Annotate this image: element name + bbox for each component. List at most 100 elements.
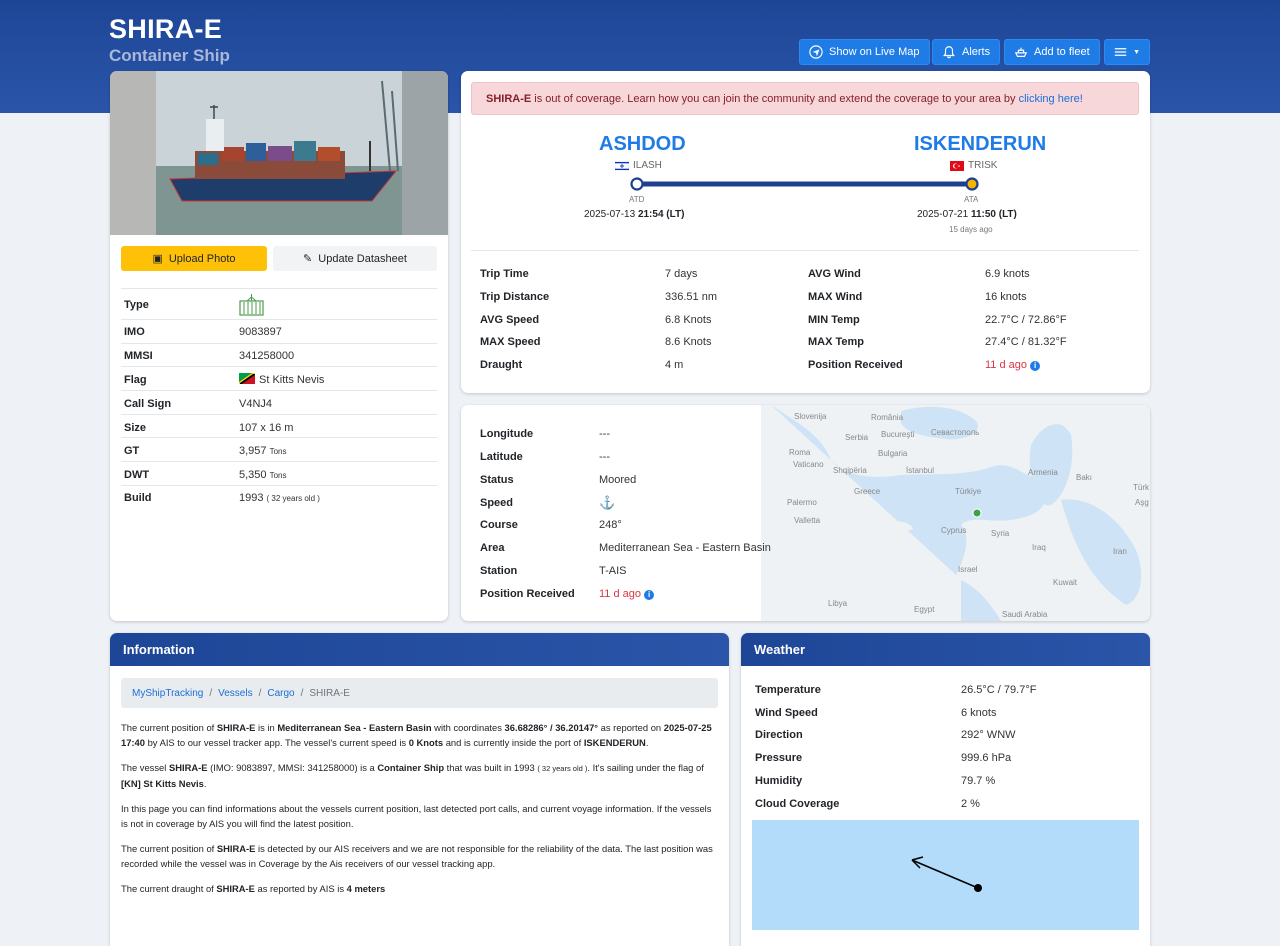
coverage-link[interactable]: clicking here! [1019,93,1083,105]
vessel-position-marker[interactable] [972,508,982,518]
upload-photo-button[interactable]: ▣ Upload Photo [121,246,267,271]
breadcrumb-vessels[interactable]: Vessels [218,688,252,699]
divider [121,485,437,486]
add-to-fleet-button[interactable]: Add to fleet [1004,39,1100,65]
map-label: Bulgaria [878,449,908,458]
arrival-date: 2025-07-21 [917,209,969,220]
anchor-icon: ⚓ [599,495,616,510]
map-label: Kuwait [1053,578,1078,587]
weather-label: Wind Speed [755,707,818,719]
map-label: Egypt [914,605,935,614]
alerts-label: Alerts [962,46,991,58]
info-paragraph-1: The current position of SHIRA-E is in Me… [121,722,712,748]
spec-label-callsign: Call Sign [124,398,172,410]
wind-map [752,820,1139,930]
divider [121,319,437,320]
position-received-text: 11 d ago [599,588,642,600]
spec-label-build: Build [124,492,152,504]
spec-value-dwt: 5,350 Tons [239,469,287,481]
weather-label: Humidity [755,775,803,787]
departure-date: 2025-07-13 [584,209,636,220]
divider [121,414,437,415]
image-icon: ▣ [152,253,163,265]
spec-label-dwt: DWT [124,469,150,481]
gt-number: 3,957 [239,445,267,457]
update-datasheet-button[interactable]: ✎ Update Datasheet [273,246,437,271]
trip-label: Trip Time [480,268,529,280]
israel-flag-icon [615,160,629,171]
trip-value: 7 days [665,268,698,280]
info-paragraph-4: The current position of SHIRA-E is detec… [121,843,713,869]
trip-label: Trip Distance [480,291,550,303]
weather-value: 292° WNW [961,729,1016,741]
position-label: Course [480,519,518,531]
position-value: --- [599,428,610,440]
vessel-type: Container Ship [109,46,230,65]
divider [471,250,1139,251]
breadcrumb-home[interactable]: MyShipTracking [132,688,203,699]
vessel-photo[interactable] [110,71,448,235]
info-paragraph-3: In this page you can find informations a… [121,803,712,829]
trip-value: 22.7°C / 72.86°F [985,314,1067,326]
weather-value: 999.6 hPa [961,752,1012,764]
st-kitts-flag-icon [239,373,255,384]
show-live-map-label: Show on Live Map [829,46,920,58]
menu-icon [1114,48,1127,56]
origin-port[interactable]: ASHDOD [599,133,686,156]
divider [121,288,437,289]
map-label: Bakı [1076,473,1092,482]
voyage-progress [630,177,979,191]
info-paragraph-5: The current draught of SHIRA-E as report… [121,883,386,894]
show-live-map-button[interactable]: Show on Live Map [799,39,930,65]
map-label: Bucureşti [881,430,915,439]
position-label: Position Received [480,588,575,600]
divider [121,461,437,462]
weather-value: 6 knots [961,707,997,719]
position-received-text: 11 d ago [985,359,1028,371]
trip-label: AVG Speed [480,314,540,326]
divider [121,343,437,344]
breadcrumb: MyShipTracking / Vessels / Cargo / SHIRA-E [121,678,718,708]
trip-label: MAX Temp [808,336,865,348]
map-label: Libya [828,599,848,608]
arrival-ago: 15 days ago [949,225,993,234]
divider [121,366,437,367]
divider [121,390,437,391]
trip-value: 16 knots [985,291,1027,303]
position-label: Area [480,542,505,554]
alerts-button[interactable]: Alerts [932,39,1001,65]
edit-icon: ✎ [303,253,313,265]
position-value: T-AIS [599,565,627,577]
destination-code-text: TRISK [968,160,998,171]
departure-clock: 21:54 (LT) [637,209,685,220]
vessel-name: SHIRA-E [109,14,223,44]
map-label: Севастополь [931,428,979,437]
position-value: Mediterranean Sea - Eastern Basin [599,542,771,554]
weather-label: Direction [755,729,803,741]
weather-value: 26.5°C / 79.7°F [961,684,1037,696]
breadcrumb-cargo[interactable]: Cargo [267,688,294,699]
info-icon[interactable]: i [644,590,655,600]
weather-value: 79.7 % [961,775,996,787]
ata-label: ATA [964,195,979,204]
information-header: Information [110,633,729,666]
ship-icon [1014,47,1028,57]
spec-value-gt: 3,957 Tons [239,445,287,457]
menu-button[interactable]: ▼ [1104,39,1150,65]
map-label: İstanbul [906,466,934,475]
weather-label: Pressure [755,752,803,764]
breadcrumb-separator: / [300,687,304,699]
map-label: Greece [854,487,881,496]
update-datasheet-label: Update Datasheet [318,252,407,265]
position-map[interactable]: Slovenija România Bucureşti Севастополь … [761,405,1150,621]
coverage-alert: SHIRA-E is out of coverage. Learn how yo… [471,82,1139,115]
info-icon[interactable]: i [1030,361,1041,371]
build-age: ( 32 years old ) [266,494,320,503]
spec-value-imo: 9083897 [239,326,282,338]
map-label: Roma [789,448,811,457]
spec-label-imo: IMO [124,326,145,338]
destination-port[interactable]: ISKENDERUN [914,133,1046,156]
map-label: Syria [991,529,1010,538]
bell-icon [943,46,955,59]
caret-down-icon: ▼ [1133,48,1140,56]
